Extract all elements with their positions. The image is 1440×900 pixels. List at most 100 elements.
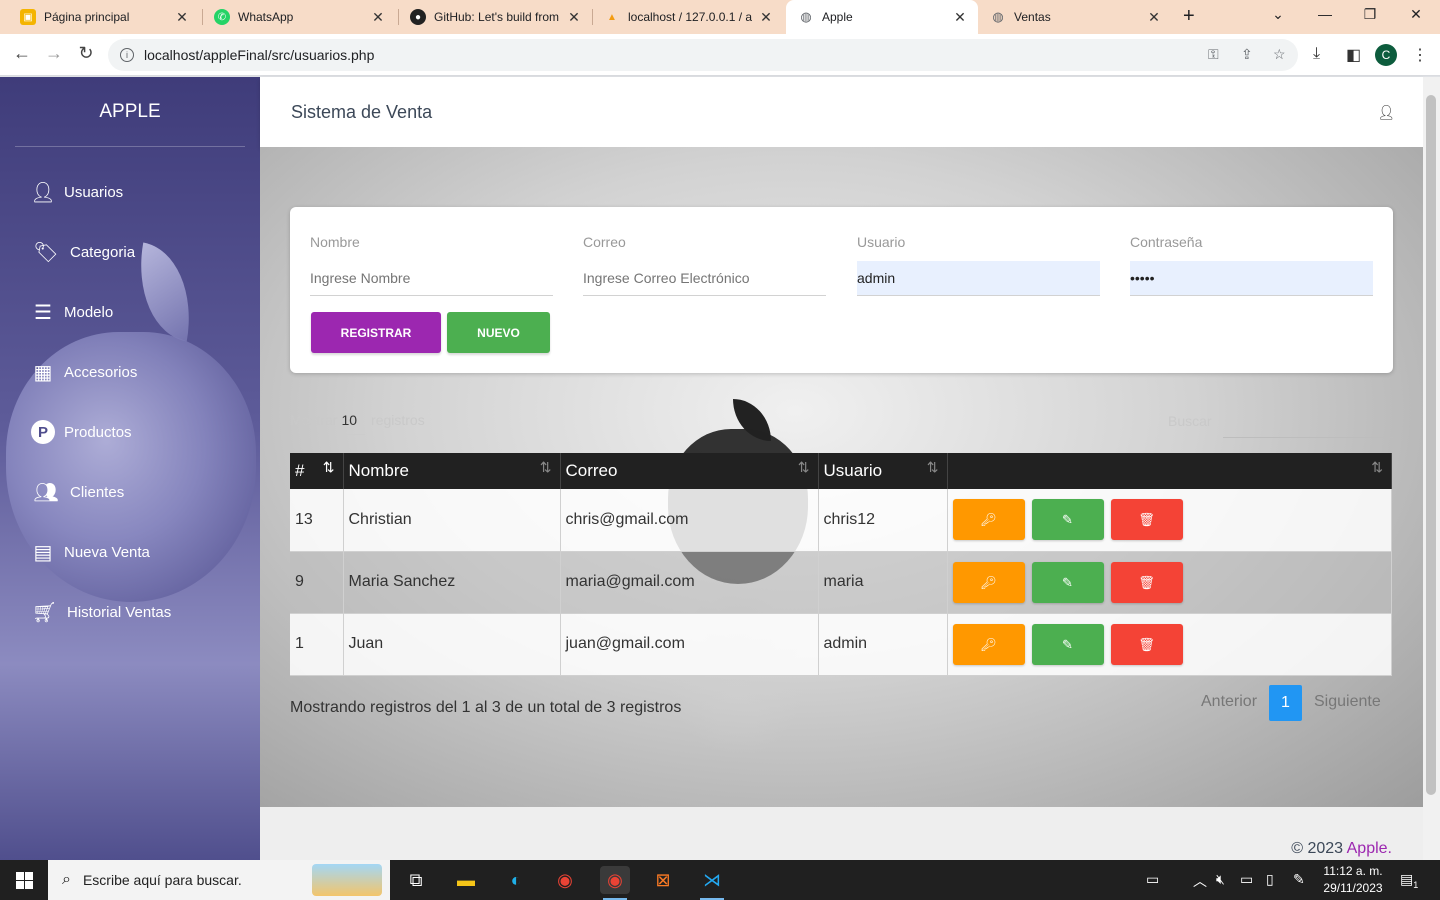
change-password-button[interactable]: 🔑︎ (952, 561, 1025, 603)
close-tab-icon[interactable]: ✕ (758, 9, 774, 26)
tab-phpmyadmin[interactable]: ▲ localhost / 127.0.0.1 / a ✕ (592, 0, 784, 34)
tab-whatsapp[interactable]: ✆ WhatsApp ✕ (202, 0, 396, 34)
side-panel-icon[interactable]: ◧ (1346, 45, 1361, 65)
chrome-icon[interactable]: ◉ (550, 866, 580, 894)
volume-muted-icon[interactable]: 🔇︎ (1216, 871, 1225, 888)
list-icon: ☰ (34, 301, 52, 324)
close-tab-icon[interactable]: ✕ (952, 9, 968, 26)
search-icon: ⌕ (62, 871, 71, 888)
tray-chevron-icon[interactable]: ︿ (1193, 871, 1207, 891)
search-input[interactable] (1223, 437, 1393, 438)
correo-input[interactable] (583, 261, 826, 296)
pagination-previous[interactable]: Anterior (1201, 693, 1257, 711)
tab-apple[interactable]: ◍ Apple ✕ (786, 0, 978, 34)
browser-toolbar: ← → ↻ i localhost/appleFinal/src/usuario… (0, 34, 1440, 76)
sidebar-item-historial-ventas[interactable]: 🛒︎ Historial Ventas (30, 597, 171, 627)
product-p-icon: P (30, 419, 56, 445)
battery-icon[interactable]: ▯ (1266, 871, 1274, 888)
column-header-acciones[interactable]: ⇅ (947, 453, 1392, 489)
share-icon[interactable]: ⇪ (1241, 46, 1253, 63)
close-tab-icon[interactable]: ✕ (370, 9, 386, 26)
xampp-icon[interactable]: ⊠ (648, 866, 678, 894)
clave-input[interactable] (1130, 261, 1373, 296)
clave-label: Contraseña (1130, 234, 1203, 250)
top-navbar: Sistema de Venta 👤︎ (260, 77, 1423, 147)
file-explorer-icon[interactable]: ▬ (451, 866, 481, 894)
nombre-input[interactable] (310, 261, 553, 296)
user-form-card: Nombre Correo Usuario Contraseña REGISTR… (290, 207, 1393, 373)
apple-leaf-decoration (127, 242, 203, 342)
delete-button[interactable]: 🗑︎ (1110, 561, 1183, 603)
sort-icon: ⇅ (1371, 459, 1383, 475)
close-tab-icon[interactable]: ✕ (566, 9, 582, 26)
delete-button[interactable]: 🗑︎ (1110, 623, 1183, 665)
sidebar-item-modelo[interactable]: ☰ Modelo (30, 297, 113, 327)
tab-pagina-principal[interactable]: ▣ Página principal ✕ (8, 0, 200, 34)
clock-date: 29/11/2023 (1323, 881, 1383, 895)
key-icon[interactable]: ⚿ (1208, 46, 1219, 63)
column-header-nombre[interactable]: Nombre ⇅ (343, 453, 561, 489)
brand-title[interactable]: APPLE (0, 101, 260, 123)
close-window-icon[interactable]: ✕ (1404, 6, 1428, 23)
sidebar-item-usuarios[interactable]: 👤︎ Usuarios (30, 177, 123, 207)
pagination-page-1[interactable]: 1 (1269, 685, 1302, 721)
address-bar[interactable]: i localhost/appleFinal/src/usuarios.php … (108, 39, 1298, 71)
column-header-id[interactable]: # ⇅ (290, 453, 344, 489)
restore-icon[interactable]: ❐ (1358, 6, 1382, 23)
copyright-link[interactable]: Apple (1347, 840, 1388, 857)
table-row: 9 Maria Sanchez maria@gmail.com maria 🔑︎… (290, 551, 1392, 614)
page-length-select[interactable]: 10 (341, 412, 366, 435)
taskbar-clock[interactable]: 11:12 a. m. 29/11/2023 (1320, 863, 1386, 897)
cell-id: 13 (290, 489, 344, 552)
sidebar-item-nueva-venta[interactable]: ▤ Nueva Venta (30, 537, 150, 567)
pen-icon[interactable]: ✎ (1293, 871, 1305, 888)
column-header-correo[interactable]: Correo ⇅ (560, 453, 819, 489)
sidebar-item-accesorios[interactable]: ▦ Accesorios (30, 357, 138, 387)
site-info-icon[interactable]: i (120, 48, 134, 62)
clock-time: 11:12 a. m. (1323, 864, 1383, 878)
windows-start-icon[interactable] (16, 872, 33, 889)
tab-ventas[interactable]: ◍ Ventas ✕ (978, 0, 1172, 34)
tab-github[interactable]: ● GitHub: Let's build from ✕ (398, 0, 592, 34)
registrar-button[interactable]: REGISTRAR (311, 312, 441, 353)
change-password-button[interactable]: 🔑︎ (952, 499, 1025, 541)
change-password-button[interactable]: 🔑︎ (952, 623, 1025, 665)
news-widget-icon[interactable]: ▭ (1146, 871, 1159, 888)
edit-button[interactable]: ✎ (1031, 561, 1104, 603)
usuario-input[interactable] (857, 261, 1100, 296)
user-menu-icon[interactable]: 👤︎ (1377, 104, 1395, 121)
edit-button[interactable]: ✎ (1031, 499, 1104, 541)
nuevo-button[interactable]: NUEVO (447, 312, 550, 353)
column-header-usuario[interactable]: Usuario ⇅ (818, 453, 948, 489)
classroom-icon: ▣ (20, 9, 36, 25)
sidebar-item-clientes[interactable]: 👥︎ Clientes (30, 477, 124, 507)
taskbar-search[interactable]: ⌕ Escribe aquí para buscar. (48, 860, 390, 900)
edit-button[interactable]: ✎ (1031, 623, 1104, 665)
back-icon[interactable]: ← (10, 43, 34, 64)
sidebar-item-categoria[interactable]: 🏷︎ Categoria (30, 237, 135, 267)
task-view-icon[interactable]: ⧉ (401, 866, 431, 894)
pagination-next[interactable]: Siguiente (1314, 693, 1381, 711)
reload-icon[interactable]: ↻ (74, 43, 98, 64)
scrollbar-thumb[interactable] (1426, 95, 1436, 795)
user-icon: 👤︎ (30, 181, 56, 204)
edge-icon[interactable]: ◐ (501, 866, 531, 894)
close-tab-icon[interactable]: ✕ (1146, 9, 1162, 26)
github-icon: ● (410, 9, 426, 25)
profile-avatar[interactable]: C (1375, 44, 1397, 66)
minimize-icon[interactable]: — (1313, 6, 1337, 22)
download-icon[interactable]: ⤓ (1313, 45, 1320, 63)
delete-button[interactable]: 🗑︎ (1110, 499, 1183, 541)
notifications-icon[interactable]: ▤1 (1400, 871, 1418, 890)
forward-icon[interactable]: → (42, 43, 66, 64)
sidebar-item-productos[interactable]: P Productos (30, 417, 132, 447)
bookmark-star-icon[interactable]: ☆ (1273, 46, 1286, 63)
tab-search-chevron-icon[interactable]: ⌄ (1266, 6, 1290, 23)
menu-dots-icon[interactable]: ⋮ (1412, 45, 1428, 65)
new-tab-icon[interactable]: + (1183, 5, 1195, 28)
sort-icon: ⇅ (322, 459, 335, 475)
vscode-icon[interactable]: ⋊ (697, 866, 727, 900)
network-icon[interactable]: ▭ (1240, 871, 1253, 888)
chrome-profile-icon[interactable]: ◉ (600, 866, 630, 900)
close-tab-icon[interactable]: ✕ (174, 9, 190, 26)
